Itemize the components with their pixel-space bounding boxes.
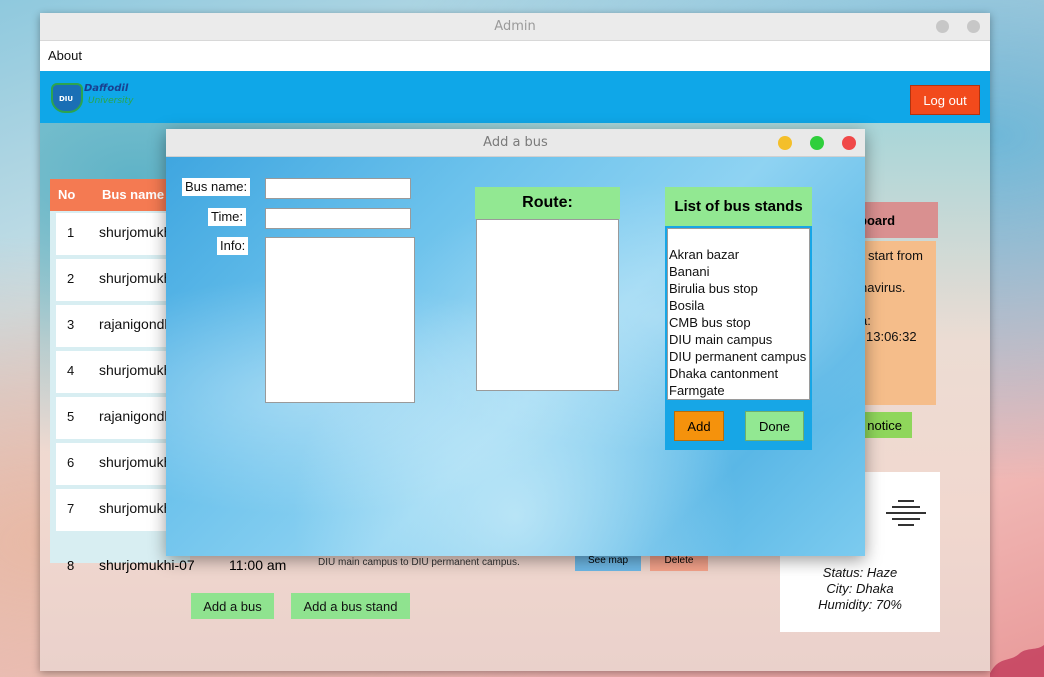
minimize-dot-button[interactable]: [778, 136, 792, 150]
row-no: 8: [67, 558, 75, 573]
weather-humidity: Humidity: 70%: [818, 597, 902, 612]
bus-stands-list[interactable]: Akran bazar Banani Birulia bus stop Bosi…: [667, 228, 810, 400]
notice-line: navirus.: [860, 280, 906, 295]
menubar: About: [40, 41, 990, 71]
route-list[interactable]: [476, 219, 619, 391]
bus-name-input[interactable]: [265, 178, 411, 199]
dialog-body: Bus name: Time: Info: Route: List of bus…: [166, 157, 865, 556]
weather-city: City: Dhaka: [826, 581, 894, 596]
row-no: 2: [67, 271, 75, 286]
info-label: Info:: [217, 237, 249, 255]
add-bus-stand-button[interactable]: Add a bus stand: [291, 593, 410, 619]
menu-about[interactable]: About: [48, 48, 82, 63]
row-no: 7: [67, 501, 75, 516]
list-item[interactable]: CMB bus stop: [669, 314, 809, 331]
bus-name-label: Bus name:: [182, 178, 251, 196]
header-band: DIU Daffodil University Log out: [40, 71, 990, 123]
list-item[interactable]: Dhaka cantonment: [669, 365, 809, 382]
dialog-title: Add a bus: [483, 135, 548, 150]
notice-line: start from: [868, 248, 923, 263]
row-no: 1: [67, 225, 75, 240]
route-header: Route:: [475, 187, 620, 219]
row-no: 5: [67, 409, 75, 424]
close-button[interactable]: [967, 20, 980, 33]
maximize-dot-button[interactable]: [810, 136, 824, 150]
weather-status: Status: Haze: [822, 565, 898, 580]
column-header-no: No: [58, 187, 76, 202]
desktop-background-decoration: [990, 645, 1044, 677]
list-item[interactable]: Banani: [669, 263, 809, 280]
close-dot-button[interactable]: [842, 136, 856, 150]
minimize-button[interactable]: [936, 20, 949, 33]
list-item[interactable]: Akran bazar: [669, 246, 809, 263]
admin-window-title: Admin: [494, 19, 536, 34]
logo-text-line2: University: [88, 96, 134, 106]
time-label: Time:: [208, 208, 247, 226]
list-item[interactable]: DIU permanent campus: [669, 348, 809, 365]
row-no: 6: [67, 455, 75, 470]
logo-text-line1: Daffodil: [84, 83, 129, 94]
haze-icon: [884, 498, 928, 528]
bus-stands-panel: List of bus stands Akran bazar Banani Bi…: [665, 187, 812, 450]
notice-line: 13:06:32: [866, 329, 917, 344]
time-input[interactable]: [265, 208, 411, 229]
add-stand-button[interactable]: Add: [674, 411, 724, 441]
delete-button[interactable]: Delete: [650, 555, 708, 571]
university-logo: DIU Daffodil University: [51, 83, 146, 115]
column-header-bus-name: Bus name: [102, 187, 165, 202]
add-bus-dialog: Add a bus Bus name: Time: Info: Route: L…: [166, 129, 865, 556]
admin-titlebar: Admin: [40, 13, 990, 41]
table-row: 8 shurjomukhi-07 11:00 am DIU main campu…: [50, 555, 750, 577]
list-item[interactable]: DIU main campus: [669, 331, 809, 348]
dialog-titlebar: Add a bus: [166, 129, 865, 157]
add-bus-button[interactable]: Add a bus: [191, 593, 274, 619]
see-map-button[interactable]: See map: [575, 555, 641, 571]
info-textarea[interactable]: [265, 237, 415, 403]
row-route: DIU main campus to DIU permanent campus.: [318, 557, 520, 568]
logout-button[interactable]: Log out: [910, 85, 980, 115]
done-button[interactable]: Done: [745, 411, 804, 441]
row-time: 11:00 am: [229, 557, 287, 573]
list-item[interactable]: Farmgate: [669, 382, 809, 399]
logo-shield-icon: DIU: [51, 83, 83, 113]
row-no: 4: [67, 363, 75, 378]
list-item[interactable]: Birulia bus stop: [669, 280, 809, 297]
list-item[interactable]: Bosila: [669, 297, 809, 314]
row-no: 3: [67, 317, 75, 332]
row-bus-name: shurjomukhi-07: [99, 557, 195, 573]
bus-stands-header: List of bus stands: [665, 187, 812, 226]
